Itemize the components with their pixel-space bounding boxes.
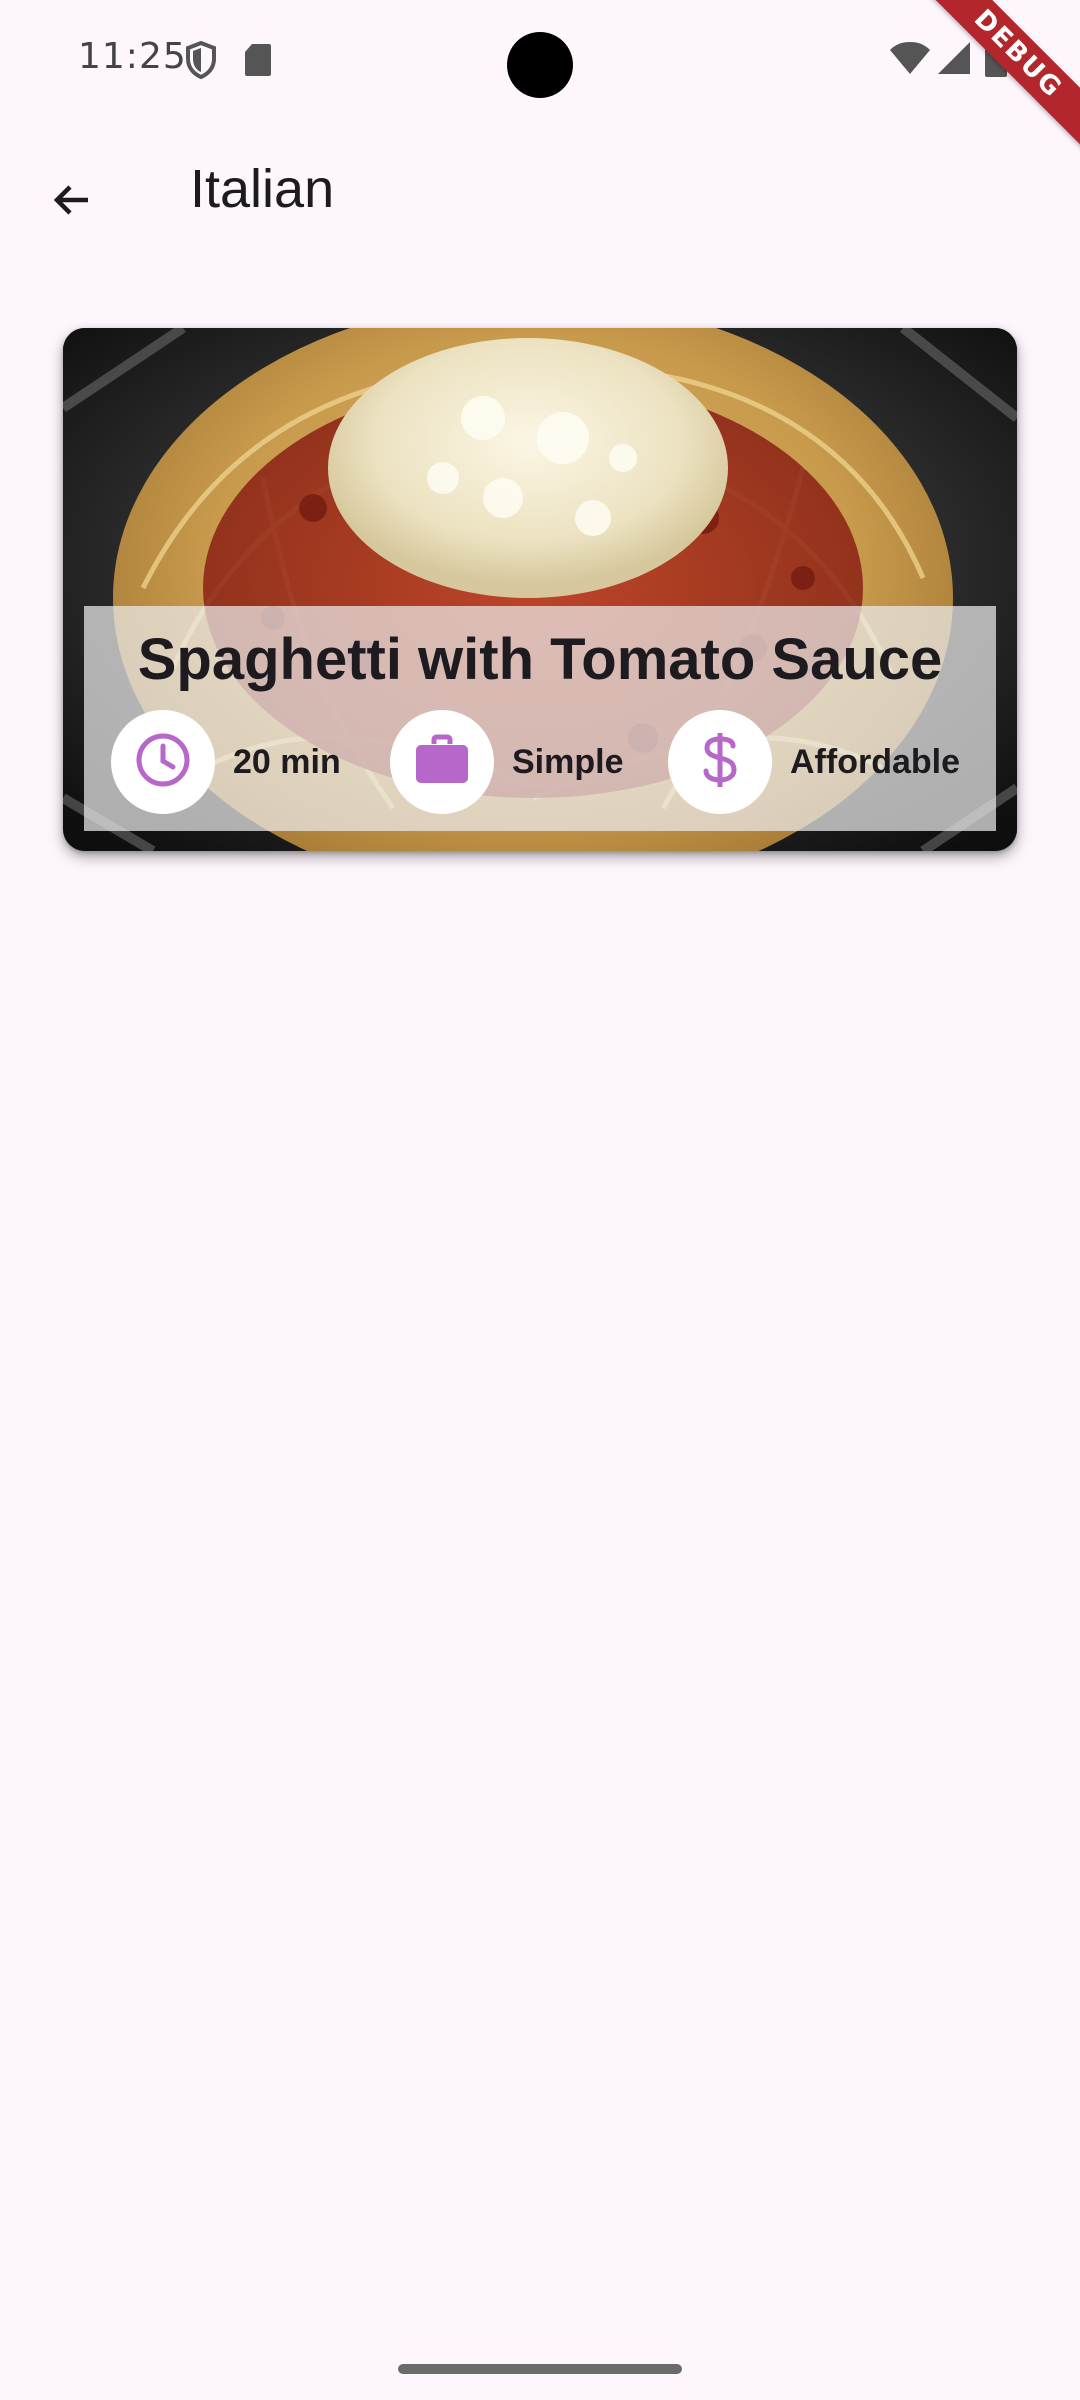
dollar-icon — [700, 730, 740, 795]
trait-affordability: Affordable — [668, 710, 960, 814]
trait-label: Simple — [512, 742, 624, 781]
wifi-icon — [888, 40, 932, 81]
trait-duration: 20 min — [111, 710, 341, 814]
gesture-bar[interactable] — [398, 2364, 682, 2374]
app-bar: Italian — [0, 130, 1080, 250]
front-camera — [507, 32, 573, 98]
back-button[interactable] — [30, 160, 114, 244]
arrow-back-icon — [48, 176, 96, 229]
meal-card[interactable]: Spaghetti with Tomato Sauce 20 min Simpl… — [63, 328, 1017, 851]
sd-card-icon — [243, 42, 273, 83]
page-title: Italian — [190, 159, 335, 219]
trait-label: 20 min — [233, 742, 341, 781]
cell-signal-icon — [936, 40, 972, 81]
meal-info-overlay: Spaghetti with Tomato Sauce 20 min Simpl… — [84, 606, 996, 831]
trait-label: Affordable — [790, 742, 960, 781]
briefcase-icon — [414, 734, 470, 791]
status-bar: 11:25 — [0, 0, 1080, 120]
clock-icon — [134, 731, 192, 794]
status-time: 11:25 — [78, 36, 187, 77]
shield-icon — [184, 40, 218, 85]
meal-title: Spaghetti with Tomato Sauce — [137, 627, 943, 692]
trait-complexity: Simple — [390, 710, 623, 814]
